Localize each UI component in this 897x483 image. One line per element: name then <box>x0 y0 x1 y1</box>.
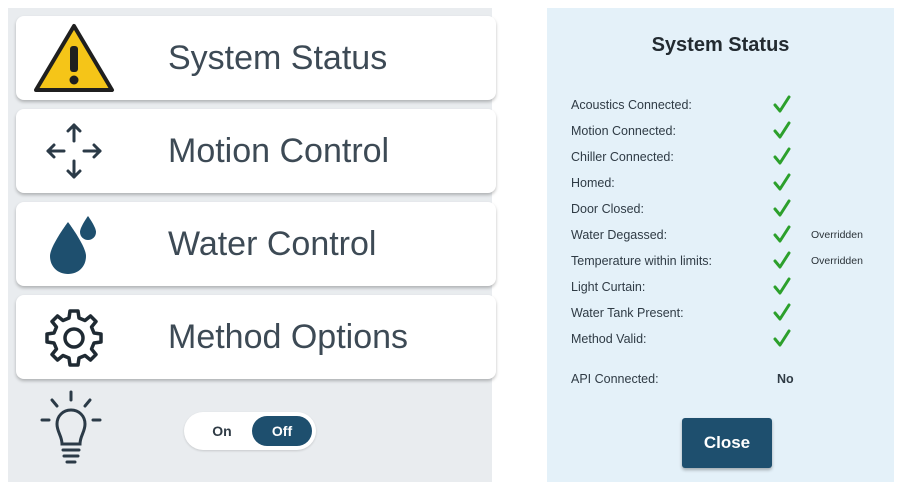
check-icon <box>773 328 791 348</box>
system-status-dialog: System Status Acoustics Connected: Motion… <box>547 8 894 482</box>
check-icon <box>773 302 791 322</box>
check-icon <box>773 120 791 140</box>
menu-label: Water Control <box>168 225 377 263</box>
status-label: Water Degassed: <box>571 228 668 242</box>
api-value: No <box>777 372 794 386</box>
status-row: Door Closed: <box>571 198 891 222</box>
status-label: Homed: <box>571 176 615 190</box>
status-label: Method Valid: <box>571 332 647 346</box>
water-control-button[interactable]: Water Control <box>16 202 496 286</box>
system-status-button[interactable]: System Status <box>16 16 496 100</box>
warning-icon <box>32 22 116 94</box>
override-note: Overridden <box>811 255 863 267</box>
status-row: Method Valid: <box>571 328 891 352</box>
check-icon <box>773 224 791 244</box>
api-label: API Connected: <box>571 372 659 386</box>
status-row: Chiller Connected: <box>571 146 891 170</box>
gear-icon <box>32 301 116 373</box>
status-label: Water Tank Present: <box>571 306 684 320</box>
water-drop-icon <box>32 208 116 280</box>
api-status-row: API Connected: No <box>571 372 871 392</box>
status-row: Water Degassed: Overridden <box>571 224 891 248</box>
close-button[interactable]: Close <box>682 418 772 468</box>
check-icon <box>773 276 791 296</box>
light-toggle[interactable]: On Off <box>184 412 316 450</box>
status-label: Light Curtain: <box>571 280 646 294</box>
status-label: Motion Connected: <box>571 124 676 138</box>
status-label: Acoustics Connected: <box>571 98 692 112</box>
status-row: Acoustics Connected: <box>571 94 891 118</box>
light-bulb-icon <box>36 386 106 468</box>
check-icon <box>773 198 791 218</box>
status-row: Light Curtain: <box>571 276 891 300</box>
dialog-title: System Status <box>651 34 790 56</box>
toggle-on-option[interactable]: On <box>196 412 248 450</box>
method-options-button[interactable]: Method Options <box>16 295 496 379</box>
status-label: Temperature within limits: <box>571 254 713 268</box>
override-note: Overridden <box>811 229 863 241</box>
status-label: Door Closed: <box>571 202 644 216</box>
status-row: Motion Connected: <box>571 120 891 144</box>
check-icon <box>773 172 791 192</box>
navigation-panel: System Status Motion Control Water Contr… <box>8 8 496 482</box>
move-arrows-icon <box>32 115 116 187</box>
status-label: Chiller Connected: <box>571 150 674 164</box>
status-row: Temperature within limits: Overridden <box>571 250 891 274</box>
check-icon <box>773 146 791 166</box>
menu-label: Motion Control <box>168 132 390 170</box>
status-row: Water Tank Present: <box>571 302 891 326</box>
check-icon <box>773 94 791 114</box>
menu-label: System Status <box>168 39 388 77</box>
motion-control-button[interactable]: Motion Control <box>16 109 496 193</box>
toggle-off-option[interactable]: Off <box>252 416 312 446</box>
status-row: Homed: <box>571 172 891 196</box>
check-icon <box>773 250 791 270</box>
menu-label: Method Options <box>168 318 409 356</box>
